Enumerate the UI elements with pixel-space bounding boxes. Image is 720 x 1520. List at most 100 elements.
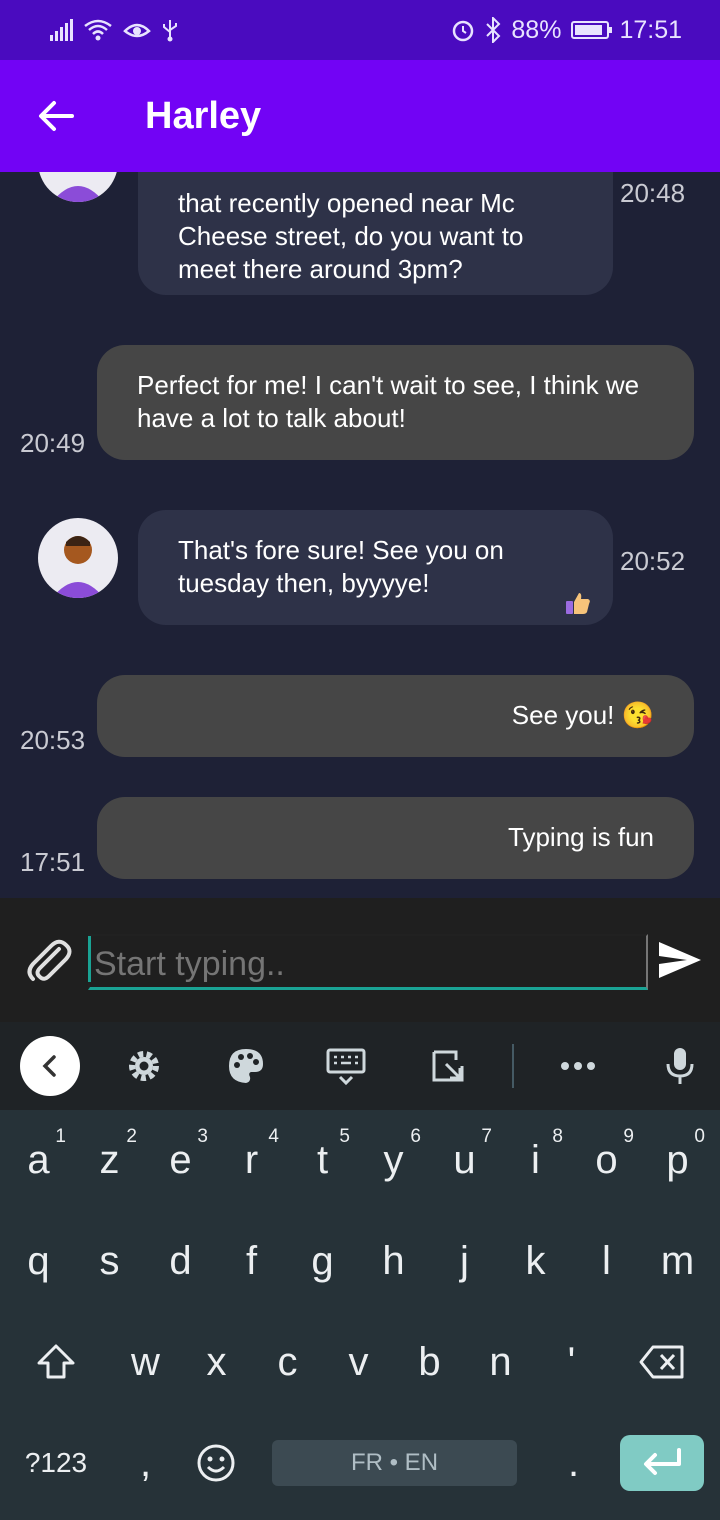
send-button[interactable] (654, 936, 706, 984)
key-w[interactable]: w (110, 1312, 181, 1412)
backspace-icon (639, 1345, 684, 1379)
key-number-hint: 2 (126, 1126, 137, 1147)
key-n[interactable]: n (465, 1312, 536, 1412)
shift-key[interactable] (20, 1312, 91, 1412)
message-text: Perfect for me! I can't wait to see, I t… (137, 370, 640, 433)
key-f[interactable]: f (216, 1211, 287, 1311)
status-bar: 88% 17:51 (0, 0, 720, 60)
key-number-hint: 8 (552, 1126, 563, 1147)
message-text: that recently opened near Mc Cheese stre… (178, 188, 524, 284)
message-text: That's fore sure! See you on tuesday the… (178, 535, 504, 598)
contact-avatar[interactable] (38, 172, 118, 202)
message-list[interactable]: that recently opened near Mc Cheese stre… (0, 172, 720, 898)
key-number-hint: 1 (55, 1126, 66, 1147)
key-j[interactable]: j (429, 1211, 500, 1311)
shift-icon (37, 1344, 74, 1379)
one-handed-button[interactable] (418, 1036, 478, 1096)
key-label: o (595, 1137, 618, 1182)
key-m[interactable]: m (642, 1211, 713, 1311)
keyboard-icon (326, 1048, 366, 1085)
message-bubble-incoming[interactable]: that recently opened near Mc Cheese stre… (138, 172, 613, 295)
key-x[interactable]: x (181, 1312, 252, 1412)
paperclip-icon (27, 939, 72, 981)
key-l[interactable]: l (571, 1211, 642, 1311)
battery-icon (571, 21, 613, 39)
key-h[interactable]: h (358, 1211, 429, 1311)
key-t[interactable]: t5 (287, 1110, 358, 1210)
key-a[interactable]: a1 (3, 1110, 74, 1210)
key-i[interactable]: i8 (500, 1110, 571, 1210)
palette-icon (229, 1049, 263, 1083)
key-k[interactable]: k (500, 1211, 571, 1311)
key-q[interactable]: q (3, 1211, 74, 1311)
resize-icon (432, 1050, 464, 1082)
conversation-title: Harley (145, 94, 262, 137)
message-bubble-outgoing[interactable]: See you! 😘 (97, 675, 694, 757)
key-u[interactable]: u7 (429, 1110, 500, 1210)
key-r[interactable]: r4 (216, 1110, 287, 1210)
text-cursor (88, 936, 91, 982)
message-bubble-incoming[interactable]: That's fore sure! See you on tuesday the… (138, 510, 613, 625)
voice-input-button[interactable] (650, 1036, 710, 1096)
key-number-hint: 6 (410, 1126, 421, 1147)
symbols-key[interactable]: ?123 (20, 1413, 92, 1513)
contact-avatar[interactable] (38, 518, 118, 598)
comma-key[interactable]: , (110, 1413, 181, 1513)
wifi-icon (83, 18, 113, 42)
keyboard-layout-button[interactable] (316, 1036, 376, 1096)
backspace-key[interactable] (620, 1312, 704, 1412)
theme-button[interactable] (216, 1036, 276, 1096)
enter-icon (644, 1448, 681, 1475)
key-s[interactable]: s (74, 1211, 145, 1311)
chevron-left-icon (42, 1055, 56, 1077)
key-z[interactable]: z2 (74, 1110, 145, 1210)
key-c[interactable]: c (252, 1312, 323, 1412)
period-key[interactable]: . (538, 1413, 609, 1513)
key-label: p (666, 1137, 689, 1182)
message-time: 20:48 (620, 178, 686, 208)
more-options-button[interactable] (548, 1036, 608, 1096)
composer-bar (0, 898, 720, 1022)
message-time: 20:49 (20, 428, 86, 458)
key-label: r (244, 1137, 259, 1182)
back-button[interactable] (0, 60, 112, 172)
emoji-key[interactable] (180, 1413, 251, 1513)
key-o[interactable]: o9 (571, 1110, 642, 1210)
message-time: 17:51 (20, 847, 86, 877)
enter-key[interactable] (620, 1435, 704, 1491)
key-label: t (316, 1137, 329, 1182)
more-horizontal-icon (561, 1062, 595, 1070)
key-number-hint: 3 (197, 1126, 208, 1147)
toolbar-divider (512, 1044, 514, 1088)
send-icon (659, 942, 701, 978)
key-b[interactable]: b (394, 1312, 465, 1412)
message-text: See you! 😘 (511, 700, 654, 730)
key-g[interactable]: g (287, 1211, 358, 1311)
key-label: z (99, 1137, 120, 1182)
key-e[interactable]: e3 (145, 1110, 216, 1210)
keyboard-toolbar (0, 1022, 720, 1110)
key-label: i (531, 1137, 540, 1182)
message-bubble-outgoing[interactable]: Typing is fun (97, 797, 694, 879)
key-y[interactable]: y6 (358, 1110, 429, 1210)
key-p[interactable]: p0 (642, 1110, 713, 1210)
thumbs-up-reaction-icon (565, 590, 591, 623)
key-d[interactable]: d (145, 1211, 216, 1311)
battery-percent: 88% (511, 15, 562, 44)
key-number-hint: 4 (268, 1126, 279, 1147)
message-bubble-outgoing[interactable]: Perfect for me! I can't wait to see, I t… (97, 345, 694, 460)
message-input[interactable] (88, 934, 648, 990)
app-bar: Harley (0, 60, 720, 172)
key-apostrophe[interactable]: ' (536, 1312, 607, 1412)
arrow-left-icon (39, 101, 74, 131)
message-text: Typing is fun (508, 822, 654, 852)
settings-button[interactable] (114, 1036, 174, 1096)
message-time: 20:53 (20, 725, 86, 755)
key-v[interactable]: v (323, 1312, 394, 1412)
collapse-toolbar-button[interactable] (20, 1036, 80, 1096)
eye-comfort-icon (123, 19, 151, 41)
alarm-icon (451, 18, 475, 42)
attach-button[interactable] (20, 932, 76, 988)
key-number-hint: 5 (339, 1126, 350, 1147)
space-key[interactable]: FR • EN (272, 1440, 517, 1486)
